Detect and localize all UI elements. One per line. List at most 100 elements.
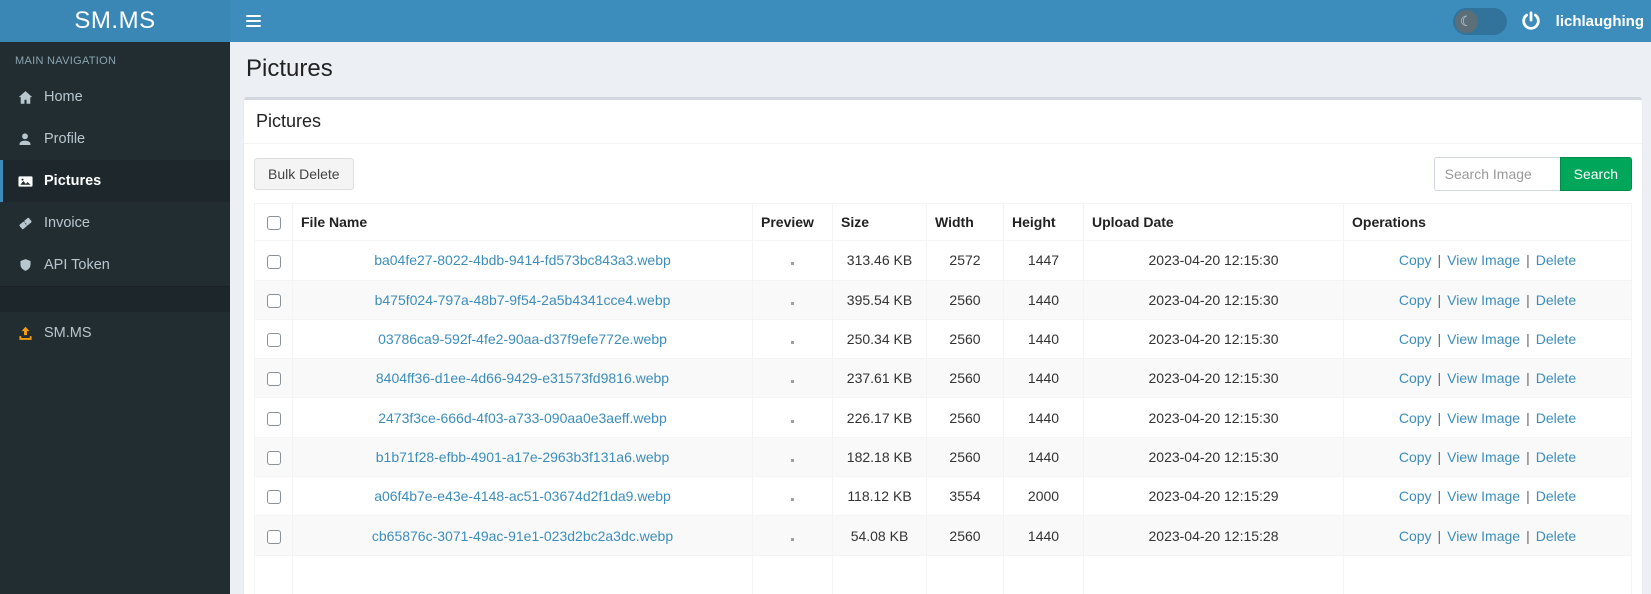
select-all-header — [254, 202, 293, 242]
operations-cell: Copy | View Image | Delete — [1343, 240, 1632, 281]
sidebar-item-profile[interactable]: Profile — [0, 118, 230, 160]
file-name-link[interactable]: b475f024-797a-48b7-9f54-2a5b4341cce4.web… — [375, 292, 671, 308]
view-image-link[interactable]: View Image — [1447, 449, 1520, 465]
preview-cell — [752, 515, 833, 556]
preview-broken-image-icon — [791, 341, 794, 345]
width-cell: 2572 — [926, 240, 1004, 281]
delete-link[interactable]: Delete — [1536, 331, 1576, 347]
copy-link[interactable]: Copy — [1399, 370, 1432, 386]
preview-broken-image-icon — [791, 380, 794, 384]
file-name-cell: 8404ff36-d1ee-4d66-9429-e31573fd9816.web… — [292, 358, 753, 399]
search-button[interactable]: Search — [1559, 157, 1632, 191]
view-image-link[interactable]: View Image — [1447, 370, 1520, 386]
row-checkbox[interactable] — [266, 372, 281, 387]
view-image-link[interactable]: View Image — [1447, 488, 1520, 504]
size-cell: 226.17 KB — [832, 397, 927, 438]
sidebar-item-api-token[interactable]: API Token — [0, 244, 230, 286]
row-checkbox[interactable] — [266, 254, 281, 269]
width-cell: 3554 — [926, 476, 1004, 517]
sidebar-toggle-button[interactable] — [230, 0, 276, 42]
delete-link[interactable]: Delete — [1536, 488, 1576, 504]
username[interactable]: lichlaughing — [1556, 13, 1644, 30]
view-image-link[interactable]: View Image — [1447, 252, 1520, 268]
delete-link[interactable]: Delete — [1536, 370, 1576, 386]
file-name-link[interactable]: 2473f3ce-666d-4f03-a733-090aa0e3aeff.web… — [378, 410, 667, 426]
copy-link[interactable]: Copy — [1399, 331, 1432, 347]
select-all-checkbox[interactable] — [266, 216, 281, 231]
pictures-table: File Name Preview Size Width Height Uplo… — [254, 202, 1632, 594]
top-navbar: ☾ lichlaughing — [230, 0, 1651, 42]
width-cell: 2560 — [926, 318, 1004, 360]
view-image-link[interactable]: View Image — [1447, 292, 1520, 308]
file-name-cell: 2473f3ce-666d-4f03-a733-090aa0e3aeff.web… — [292, 397, 753, 438]
file-name-cell: 03786ca9-592f-4fe2-90aa-d37f9efe772e.web… — [292, 318, 753, 360]
width-cell: 2560 — [926, 279, 1004, 320]
preview-broken-image-icon — [791, 537, 794, 541]
sidebar-item-smms[interactable]: SM.MS — [0, 312, 230, 354]
delete-link[interactable]: Delete — [1536, 252, 1576, 268]
file-name-link[interactable]: a06f4b7e-e43e-4148-ac51-03674d2f1da9.web… — [374, 488, 671, 504]
row-checkbox[interactable] — [266, 293, 281, 308]
column-header-file-name: File Name — [292, 202, 753, 242]
row-checkbox[interactable] — [266, 490, 281, 505]
row-checkbox[interactable] — [266, 333, 281, 348]
copy-link[interactable]: Copy — [1399, 488, 1432, 504]
table-row: 2473f3ce-666d-4f03-a733-090aa0e3aeff.web… — [254, 397, 1632, 438]
bulk-delete-button[interactable]: Bulk Delete — [254, 158, 354, 190]
file-name-link[interactable]: 8404ff36-d1ee-4d66-9429-e31573fd9816.web… — [376, 370, 669, 386]
upload-date-cell: 2023-04-20 12:15:30 — [1083, 279, 1344, 320]
sidebar-section-label: MAIN NAVIGATION — [15, 55, 117, 67]
row-select-cell — [254, 279, 293, 320]
sidebar-item-pictures[interactable]: Pictures — [0, 160, 230, 202]
table-header-row: File Name Preview Size Width Height Uplo… — [254, 202, 1632, 242]
row-checkbox[interactable] — [266, 451, 281, 466]
brand-logo[interactable]: SM.MS — [0, 0, 230, 42]
copy-link[interactable]: Copy — [1399, 528, 1432, 544]
column-header-operations: Operations — [1343, 202, 1632, 242]
height-cell: 1447 — [1003, 240, 1084, 281]
copy-link[interactable]: Copy — [1399, 449, 1432, 465]
file-name-link[interactable]: b1b71f28-efbb-4901-a17e-2963b3f131a6.web… — [376, 449, 669, 465]
height-cell: 1440 — [1003, 436, 1084, 478]
table-row: a06f4b7e-e43e-4148-ac51-03674d2f1da9.web… — [254, 476, 1632, 517]
home-icon — [15, 90, 35, 105]
delete-link[interactable]: Delete — [1536, 449, 1576, 465]
copy-link[interactable]: Copy — [1399, 292, 1432, 308]
ticket-icon — [15, 216, 35, 231]
row-select-cell — [254, 358, 293, 399]
file-name-link[interactable]: ba04fe27-8022-4bdb-9414-fd573bc843a3.web… — [374, 252, 671, 268]
sidebar-item-invoice[interactable]: Invoice — [0, 202, 230, 244]
delete-link[interactable]: Delete — [1536, 410, 1576, 426]
view-image-link[interactable]: View Image — [1447, 331, 1520, 347]
sidebar-item-label: API Token — [44, 257, 110, 273]
sidebar-item-home[interactable]: Home — [0, 76, 230, 118]
delete-link[interactable]: Delete — [1536, 528, 1576, 544]
sidebar-item-label: SM.MS — [44, 325, 92, 341]
column-header-preview: Preview — [752, 202, 833, 242]
preview-broken-image-icon — [791, 419, 794, 423]
operation-separator: | — [1526, 527, 1530, 544]
logout-button[interactable] — [1518, 8, 1545, 35]
row-checkbox[interactable] — [266, 411, 281, 426]
file-name-cell: b1b71f28-efbb-4901-a17e-2963b3f131a6.web… — [292, 436, 753, 478]
dark-mode-toggle[interactable]: ☾ — [1452, 7, 1507, 35]
height-cell: 2000 — [1003, 476, 1084, 517]
upload-date-cell: 2023-04-20 12:15:28 — [1083, 515, 1344, 556]
table-row: 8404ff36-d1ee-4d66-9429-e31573fd9816.web… — [254, 358, 1632, 399]
panel-body: Bulk Delete Search Image Search File Nam… — [244, 144, 1642, 594]
upload-date-cell: 2023-04-20 12:15:30 — [1083, 436, 1344, 478]
copy-link[interactable]: Copy — [1399, 252, 1432, 268]
file-name-link[interactable]: cb65876c-3071-49ac-91e1-023d2bc2a3dc.web… — [372, 528, 673, 544]
preview-cell — [752, 397, 833, 438]
size-cell: 313.46 KB — [832, 240, 927, 281]
upload-date-cell: 2023-04-20 12:15:30 — [1083, 318, 1344, 360]
view-image-link[interactable]: View Image — [1447, 528, 1520, 544]
delete-link[interactable]: Delete — [1536, 292, 1576, 308]
copy-link[interactable]: Copy — [1399, 410, 1432, 426]
search-input[interactable] — [1433, 157, 1560, 191]
file-name-link[interactable]: 03786ca9-592f-4fe2-90aa-d37f9efe772e.web… — [378, 331, 667, 347]
sidebar-item-label: Invoice — [44, 215, 90, 231]
preview-broken-image-icon — [791, 301, 794, 305]
view-image-link[interactable]: View Image — [1447, 410, 1520, 426]
row-checkbox[interactable] — [266, 529, 281, 544]
